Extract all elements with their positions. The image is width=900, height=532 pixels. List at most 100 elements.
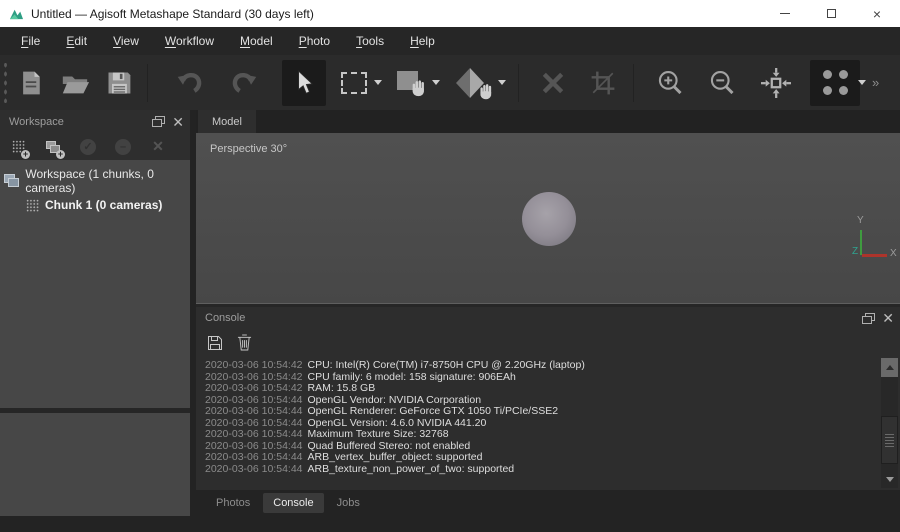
close-panel-icon[interactable]: ✕ bbox=[172, 115, 184, 129]
axis-x-line bbox=[862, 254, 887, 257]
main-toolbar: » bbox=[0, 55, 900, 110]
menu-model[interactable]: Model bbox=[227, 29, 286, 53]
maximize-button[interactable] bbox=[808, 0, 854, 27]
console-toolbar bbox=[196, 329, 900, 356]
zoom-out-icon bbox=[710, 70, 734, 94]
menu-edit[interactable]: Edit bbox=[53, 29, 100, 53]
tab-model[interactable]: Model bbox=[198, 110, 256, 133]
console-log-line: 2020-03-06 10:54:42 CPU family: 6 model: … bbox=[205, 370, 516, 383]
crop-icon bbox=[591, 71, 615, 94]
zoom-in-button[interactable] bbox=[648, 60, 692, 106]
remove-button: ✕ bbox=[148, 137, 168, 157]
navigation-hand-icon bbox=[397, 69, 427, 97]
selection-arrow-button[interactable] bbox=[282, 59, 326, 106]
delete-button bbox=[531, 60, 575, 106]
console-log-line: 2020-03-06 10:54:44 ARB_texture_non_power… bbox=[205, 462, 515, 475]
window-controls: × bbox=[762, 0, 900, 27]
workspace-panel-title: Workspace bbox=[9, 115, 64, 128]
menu-photo[interactable]: Photo bbox=[286, 29, 343, 53]
menu-help[interactable]: Help bbox=[397, 29, 448, 53]
toolbar-drag-handle[interactable] bbox=[2, 62, 9, 103]
toolbar-separator bbox=[633, 63, 634, 102]
left-lower-pane bbox=[0, 413, 190, 516]
tree-item-chunk-1[interactable]: Chunk 1 (0 cameras) bbox=[0, 193, 190, 217]
float-panel-icon[interactable] bbox=[152, 116, 166, 127]
scroll-up-button[interactable] bbox=[881, 358, 898, 377]
fit-to-view-button[interactable] bbox=[754, 60, 798, 106]
rotate-dropdown-caret-icon[interactable] bbox=[498, 80, 506, 85]
new-project-button[interactable] bbox=[9, 60, 53, 106]
disable-minus-icon: – bbox=[115, 138, 131, 155]
main-area: Workspace ✕ + + ✓ – ✕ Workspace (1 chunk… bbox=[0, 110, 900, 516]
open-project-button[interactable] bbox=[53, 60, 97, 106]
navigation-button[interactable] bbox=[390, 60, 434, 106]
fit-to-view-icon bbox=[761, 67, 791, 98]
undo-button bbox=[168, 60, 212, 106]
axis-y-line bbox=[860, 230, 862, 255]
save-project-button[interactable] bbox=[97, 60, 141, 106]
float-panel-icon[interactable] bbox=[862, 312, 876, 324]
redo-icon bbox=[232, 72, 257, 93]
scroll-down-arrow-icon bbox=[885, 476, 894, 482]
scrollbar-grip-icon bbox=[885, 433, 894, 447]
close-button[interactable]: × bbox=[854, 0, 900, 27]
console-log-line: 2020-03-06 10:54:44 Maximum Texture Size:… bbox=[205, 428, 449, 440]
clear-log-trash-icon[interactable] bbox=[237, 334, 252, 351]
axis-gizmo: Y Z X bbox=[825, 215, 897, 273]
axis-y-label: Y bbox=[857, 215, 864, 226]
menu-bar: File Edit View Workflow Model Photo Tool… bbox=[0, 27, 900, 55]
toolbar-overflow-chevron[interactable]: » bbox=[872, 75, 879, 90]
app-window: Untitled — Agisoft Metashape Standard (3… bbox=[0, 0, 900, 532]
minimize-icon bbox=[780, 13, 790, 14]
close-icon: × bbox=[872, 5, 882, 22]
open-folder-icon bbox=[62, 75, 90, 93]
zoom-out-button[interactable] bbox=[700, 60, 744, 106]
close-panel-icon[interactable]: ✕ bbox=[882, 311, 894, 325]
menu-workflow[interactable]: Workflow bbox=[152, 29, 227, 53]
console-log[interactable]: 2020-03-06 10:54:42 CPU: Intel(R) Core(TM… bbox=[196, 356, 900, 490]
menu-view[interactable]: View bbox=[100, 29, 152, 53]
tab-jobs[interactable]: Jobs bbox=[327, 493, 370, 513]
model-viewport[interactable]: Perspective 30° Y Z X bbox=[196, 133, 900, 303]
menu-tools[interactable]: Tools bbox=[343, 29, 397, 53]
new-document-icon bbox=[23, 71, 40, 94]
scrollbar-thumb[interactable] bbox=[881, 416, 898, 464]
tab-photos[interactable]: Photos bbox=[206, 493, 260, 513]
selection-dropdown-caret-icon[interactable] bbox=[374, 80, 382, 85]
minimize-button[interactable] bbox=[762, 0, 808, 27]
console-log-line: 2020-03-06 10:54:42 RAM: 15.8 GB bbox=[205, 382, 376, 394]
document-tab-bar: Model bbox=[196, 110, 900, 133]
toolbar-separator bbox=[518, 63, 519, 102]
workspace-toolbar: + + ✓ – ✕ bbox=[0, 133, 190, 160]
point-cloud-display-button[interactable] bbox=[810, 59, 860, 106]
tab-console[interactable]: Console bbox=[263, 493, 324, 513]
add-chunk-button[interactable]: + bbox=[8, 137, 30, 159]
maximize-icon bbox=[826, 9, 836, 18]
enable-check-icon: ✓ bbox=[80, 138, 96, 155]
redo-button bbox=[222, 60, 266, 106]
scroll-down-button[interactable] bbox=[881, 472, 898, 486]
title-bar: Untitled — Agisoft Metashape Standard (3… bbox=[0, 0, 900, 27]
console-scrollbar[interactable] bbox=[881, 358, 898, 488]
rotate-object-button[interactable] bbox=[448, 60, 500, 106]
rectangle-selection-button[interactable] bbox=[332, 60, 376, 106]
undo-icon bbox=[177, 72, 202, 93]
console-panel-header: Console ✕ bbox=[196, 307, 900, 329]
save-icon bbox=[108, 72, 131, 93]
zoom-in-icon bbox=[658, 70, 682, 94]
workspace-pane: Workspace ✕ + + ✓ – ✕ Workspace (1 chunk… bbox=[0, 110, 190, 516]
navigation-dropdown-caret-icon[interactable] bbox=[432, 80, 440, 85]
console-log-line: 2020-03-06 10:54:44 OpenGL Version: 4.6.0… bbox=[205, 416, 487, 429]
console-log-line: 2020-03-06 10:54:44 Quad Buffered Stereo:… bbox=[205, 439, 471, 452]
rotate-object-icon bbox=[454, 67, 494, 99]
tree-item-workspace-root[interactable]: Workspace (1 chunks, 0 cameras) bbox=[0, 167, 190, 195]
trackball-sphere[interactable] bbox=[522, 192, 576, 246]
axis-z-label: Z bbox=[852, 246, 859, 257]
add-photos-button[interactable]: + bbox=[43, 137, 65, 159]
menu-file[interactable]: File bbox=[8, 29, 53, 53]
scroll-up-arrow-icon bbox=[885, 365, 894, 370]
axis-x-label: X bbox=[890, 248, 897, 259]
display-dropdown-caret-icon[interactable] bbox=[858, 80, 866, 85]
workspace-tree: Workspace (1 chunks, 0 cameras) Chunk 1 … bbox=[0, 160, 190, 408]
save-log-icon[interactable] bbox=[207, 335, 223, 351]
